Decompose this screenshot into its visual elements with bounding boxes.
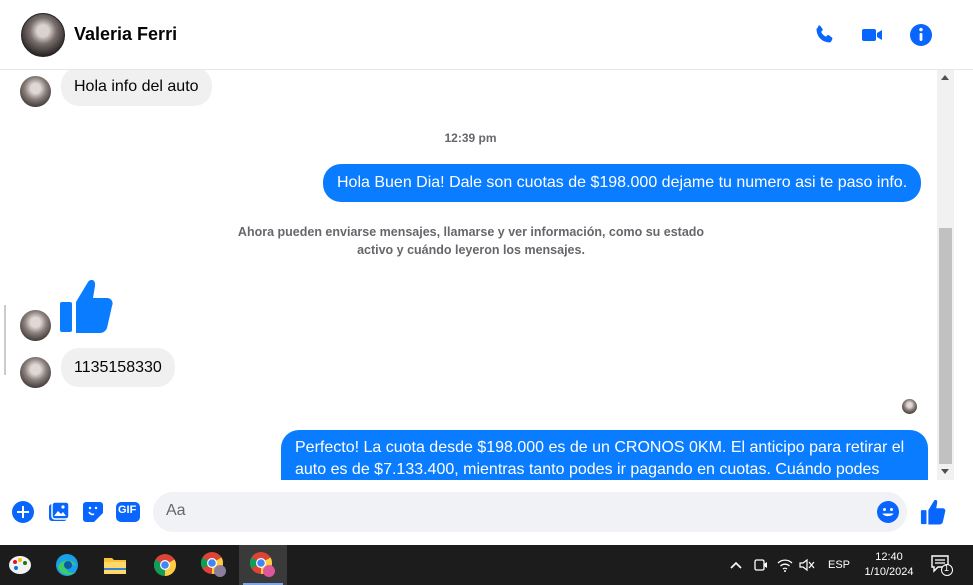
message-composer: GIF Aa [0, 480, 973, 545]
clock-date: 1/10/2024 [864, 566, 914, 578]
contact-avatar-small [20, 76, 51, 107]
chrome-profile-c-icon[interactable] [239, 545, 287, 585]
incoming-message[interactable]: 1135158330 [61, 348, 175, 387]
scroll-up-arrow[interactable] [941, 75, 949, 80]
clock-time: 12:40 [875, 551, 903, 563]
thumbs-up-sticker-icon[interactable] [58, 278, 114, 339]
clock[interactable]: 12:40 1/10/2024 [862, 545, 916, 585]
windows-taskbar: ESP 12:40 1/10/2024 1 [0, 545, 973, 585]
meet-now-icon[interactable] [753, 545, 769, 585]
scroll-down-arrow[interactable] [941, 469, 949, 474]
system-notice-line: activo y cuándo leyeron los mensajes. [357, 243, 585, 257]
gif-icon[interactable]: GIF [115, 500, 141, 524]
message-line: Perfecto! La cuota desde $198.000 es de … [295, 439, 905, 456]
video-call-icon[interactable] [859, 22, 885, 48]
paint-icon[interactable] [0, 545, 44, 585]
chrome-profile-icon[interactable] [190, 545, 238, 585]
notification-center-icon[interactable]: 1 [930, 545, 954, 585]
scrollbar-thumb[interactable] [939, 228, 952, 464]
message-line: auto es de $7.133.400, mientras tanto po… [295, 461, 880, 478]
file-explorer-icon[interactable] [91, 545, 139, 585]
wifi-icon[interactable] [777, 545, 793, 585]
gif-label: GIF [118, 504, 137, 516]
like-button-icon[interactable] [920, 499, 946, 525]
system-notice: Ahora pueden enviarse mensajes, llamarse… [234, 223, 708, 259]
outgoing-message[interactable]: Hola Buen Dia! Dale son cuotas de $198.0… [323, 164, 922, 202]
sticker-icon[interactable] [81, 500, 105, 524]
outgoing-message[interactable]: Perfecto! La cuota desde $198.000 es de … [281, 430, 928, 480]
conversation-header: Valeria Ferri [0, 0, 973, 70]
phone-call-icon[interactable] [811, 22, 837, 48]
plus-circle-icon[interactable] [11, 500, 35, 524]
edge-icon[interactable] [43, 545, 91, 585]
contact-avatar[interactable] [21, 13, 65, 57]
incoming-message[interactable]: Hola info del auto [61, 70, 212, 106]
notification-count-badge: 1 [944, 563, 950, 573]
message-input[interactable]: Aa [153, 492, 907, 532]
message-timestamp: 12:39 pm [444, 131, 497, 145]
contact-name[interactable]: Valeria Ferri [74, 24, 177, 45]
seen-indicator-avatar [902, 399, 917, 414]
panel-divider [4, 305, 6, 375]
show-hidden-icons-chevron-icon[interactable] [729, 545, 743, 585]
emoji-icon[interactable] [876, 500, 900, 524]
system-notice-line: Ahora pueden enviarse mensajes, llamarse… [237, 225, 705, 239]
gallery-icon[interactable] [47, 500, 71, 524]
contact-avatar-small [20, 310, 51, 341]
message-thread[interactable]: Hola info del auto 12:39 pm Hola Buen Di… [4, 70, 937, 480]
volume-muted-icon[interactable] [799, 545, 815, 585]
chrome-icon[interactable] [141, 545, 189, 585]
chat-scrollbar[interactable] [937, 70, 954, 480]
info-icon[interactable] [908, 22, 934, 48]
contact-avatar-small [20, 357, 51, 388]
input-language[interactable]: ESP [828, 545, 850, 585]
